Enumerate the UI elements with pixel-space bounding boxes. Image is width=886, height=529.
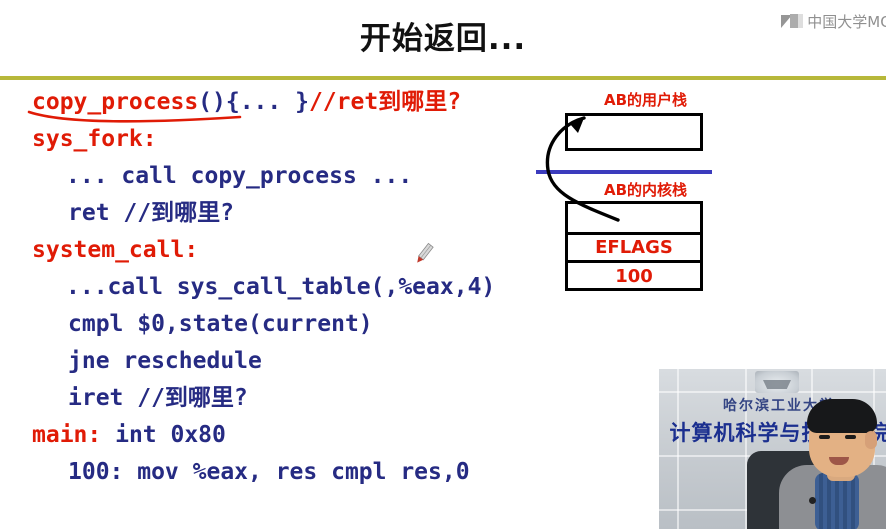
- code-segment: ...call sys_call_table(,%eax,4): [66, 274, 496, 300]
- line-main: main: int 0x80: [32, 417, 652, 454]
- code-segment: ... call copy_process ...: [66, 163, 413, 189]
- code-segment: system_call:: [32, 237, 199, 263]
- mooc-logo-icon: [781, 13, 804, 29]
- code-segment: jne reschedule: [68, 348, 262, 374]
- code-segment: iret //到哪里?: [68, 385, 248, 411]
- code-segment: main:: [32, 422, 102, 448]
- code-segment: cmpl $0,state(current): [68, 311, 373, 337]
- lecturer-video-inset[interactable]: 哈尔滨工业大学 计算机科学与技术学院: [659, 369, 886, 529]
- pen-cursor-icon: [417, 242, 434, 263]
- line-call-sys-call-table: ...call sys_call_table(,%eax,4): [32, 269, 652, 306]
- kernel-stack-cell: 100: [615, 266, 653, 287]
- code-segment: int 0x80: [101, 422, 226, 448]
- lapel-microphone-icon: [809, 497, 816, 504]
- user-stack-label: AB的用户栈: [604, 91, 688, 109]
- lecturer-hair: [807, 399, 877, 433]
- code-segment: ret //到哪里?: [68, 200, 234, 226]
- slide-canvas: 开始返回... 中国大学MO copy_process(){... }//ret…: [0, 0, 886, 529]
- line-cmpl-state: cmpl $0,state(current): [32, 306, 652, 343]
- return-arrow-icon: [545, 116, 620, 222]
- lecturer-shirt: [815, 473, 859, 529]
- lecturer-ear: [865, 431, 877, 449]
- code-segment: sys_fork:: [32, 126, 157, 152]
- mooc-watermark: 中国大学MO: [781, 10, 886, 32]
- line-system-call: system_call:: [32, 232, 652, 269]
- page-title: 开始返回...: [359, 21, 527, 57]
- line-100-mov: 100: mov %eax, res cmpl res,0: [32, 454, 652, 491]
- title-divider: [0, 76, 886, 80]
- university-crest-icon: [755, 371, 799, 393]
- lecturer-eye: [819, 435, 830, 439]
- kernel-stack-cell: EFLAGS: [568, 232, 700, 263]
- code-segment: //ret到哪里?: [308, 89, 462, 115]
- line-iret: iret //到哪里?: [32, 380, 652, 417]
- handdrawn-underline-copy-process: [27, 110, 242, 123]
- lecturer-eye: [845, 435, 856, 439]
- line-jne-reschedule: jne reschedule: [32, 343, 652, 380]
- code-segment: 100: mov %eax, res cmpl res,0: [68, 459, 470, 485]
- mooc-watermark-label: 中国大学MO: [807, 12, 886, 31]
